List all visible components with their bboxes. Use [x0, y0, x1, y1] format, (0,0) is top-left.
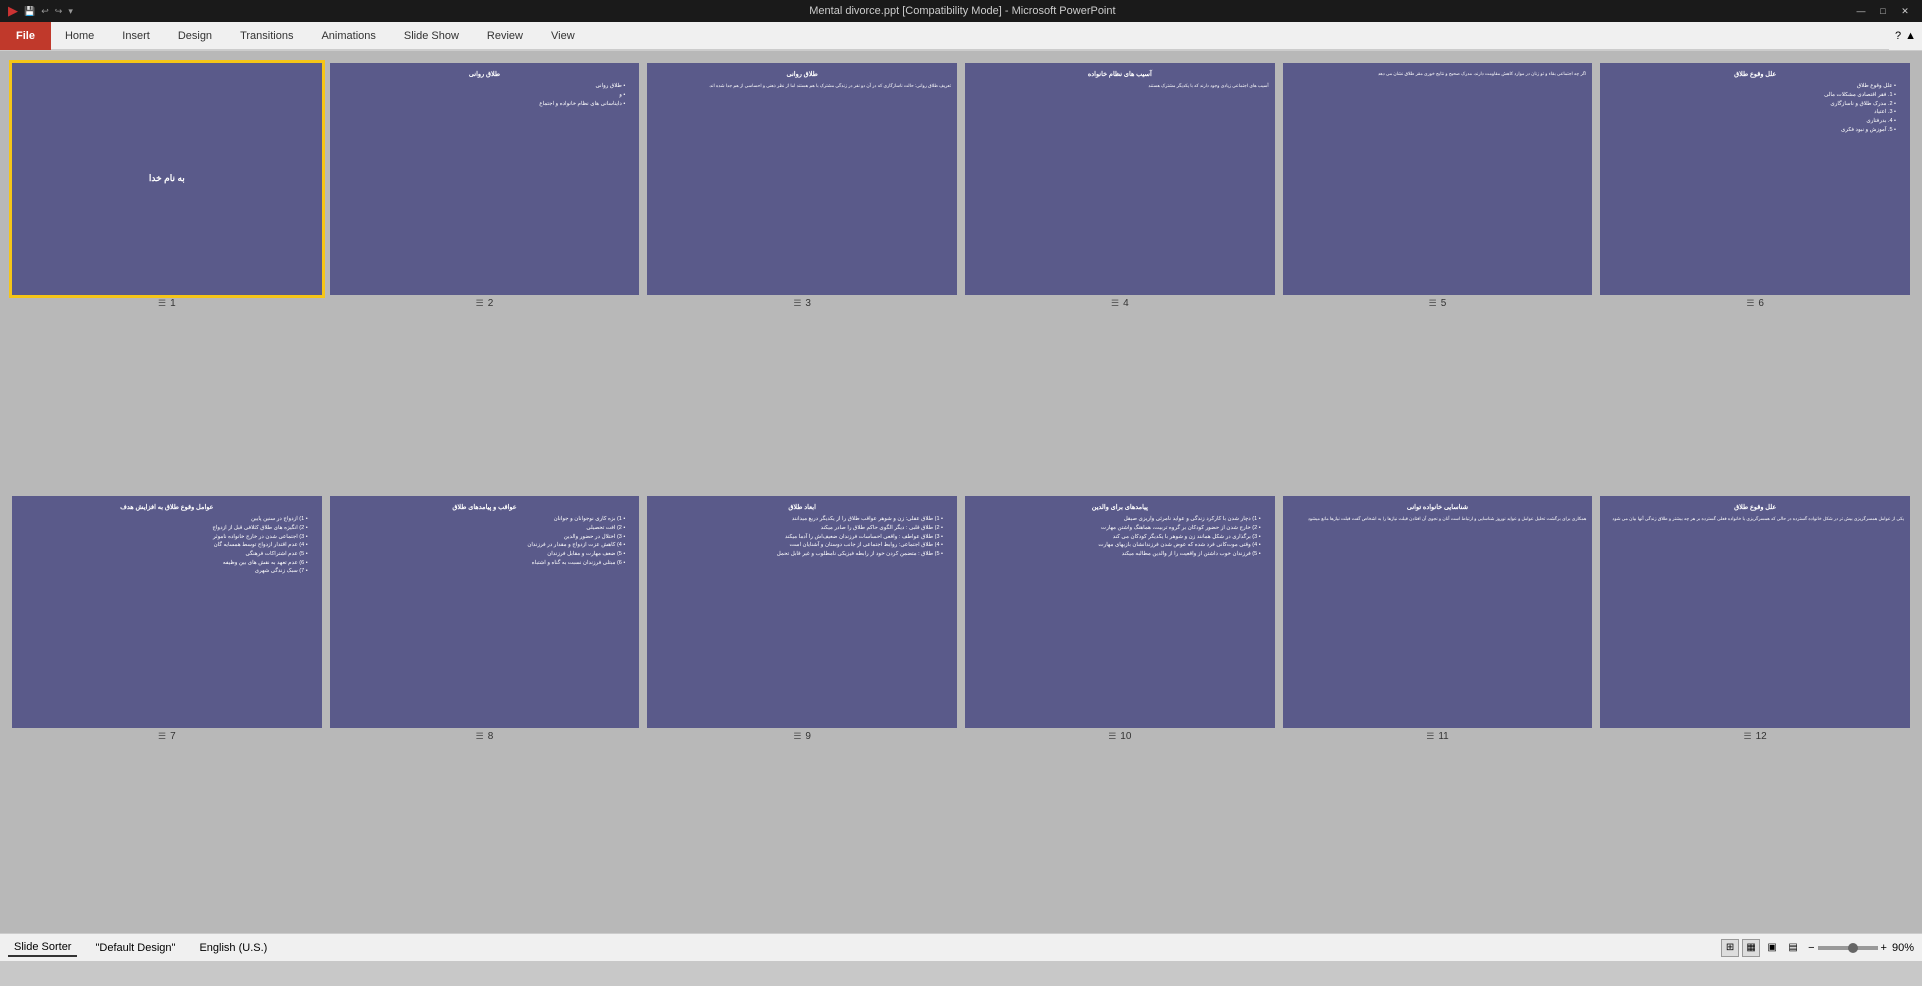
slide-thumb: به نام خدا ☰1 [12, 63, 322, 488]
zoom-level[interactable]: 90% [1892, 942, 1914, 954]
slide-1[interactable]: به نام خدا [12, 63, 322, 295]
slide-number-8: ☰8 [476, 731, 494, 742]
ribbon-tab-home[interactable]: Home [51, 22, 108, 49]
status-bar: Slide Sorter "Default Design" English (U… [0, 933, 1922, 961]
slide-4[interactable]: آسیب های نظام خانواده آسیب های اجتماعی ز… [965, 63, 1275, 295]
slide-7[interactable]: عوامل وقوع طلاق به افزایش هدف 1) ازدواج … [12, 496, 322, 728]
zoom-out-btn[interactable]: − [1808, 942, 1814, 954]
zoom-slider[interactable] [1818, 946, 1878, 950]
file-tab[interactable]: File [0, 22, 51, 50]
slide-number-1: ☰1 [158, 298, 176, 309]
close-button[interactable]: ✕ [1896, 4, 1914, 18]
zoom-in-btn[interactable]: + [1881, 942, 1887, 954]
reading-view-icon[interactable]: ▣ [1763, 939, 1781, 957]
ribbon-help[interactable]: ? [1895, 30, 1901, 42]
ribbon-tab-transitions[interactable]: Transitions [226, 22, 307, 49]
slide-10[interactable]: پیامدهای برای والدین 1) دچار شدن با کارک… [965, 496, 1275, 728]
slide-thumb: پیامدهای برای والدین 1) دچار شدن با کارک… [965, 496, 1275, 921]
slide-number-2: ☰2 [476, 298, 494, 309]
slide-3[interactable]: طلاق روانی تعریف طلاق روانی: حالت ناسازگ… [647, 63, 957, 295]
slide-5[interactable]: اگر چه اجتماعی بقاء و تو زنان در موارد ک… [1283, 63, 1593, 295]
app-icon: ▶ [8, 3, 18, 19]
qat-undo[interactable]: ↩ [41, 6, 49, 17]
ribbon-tab-slideshow[interactable]: Slide Show [390, 22, 473, 49]
slide-number-7: ☰7 [158, 731, 176, 742]
slide-thumb: طلاق روانی طلاق روانیودایناسانی های نظام… [330, 63, 640, 488]
slide-12[interactable]: علل وقوع طلاق یکی از عوامل همسرگریزی بیش… [1600, 496, 1910, 728]
view-icons: ⊞ ▦ ▣ ▤ [1721, 939, 1802, 957]
normal-view-icon[interactable]: ⊞ [1721, 939, 1739, 957]
slide-sorter-icon[interactable]: ▦ [1742, 939, 1760, 957]
window-title: Mental divorce.ppt [Compatibility Mode] … [73, 5, 1852, 17]
ribbon-tab-animations[interactable]: Animations [307, 22, 389, 49]
slide-6[interactable]: علل وقوع طلاق علل وقوع طلاق1. فقر اقتصاد… [1600, 63, 1910, 295]
qat-redo[interactable]: ↪ [55, 6, 63, 17]
language-btn[interactable]: English (U.S.) [193, 939, 273, 957]
slide-thumb: ابعاد طلاق 1) طلاق عقلی: زن و شوهر عواقب… [647, 496, 957, 921]
slide-9[interactable]: ابعاد طلاق 1) طلاق عقلی: زن و شوهر عواقب… [647, 496, 957, 728]
slide-sorter-view: به نام خدا ☰1 طلاق روانی طلاق روانیوداین… [0, 51, 1922, 933]
slide-number-10: ☰10 [1108, 731, 1131, 742]
slide-thumb: اگر چه اجتماعی بقاء و تو زنان در موارد ک… [1283, 63, 1593, 488]
slide-thumb: عواقب و پیامدهای طلاق 1) بزه کاری نوجوان… [330, 496, 640, 921]
zoom-area: − + 90% [1808, 942, 1914, 954]
slide-thumb: طلاق روانی تعریف طلاق روانی: حالت ناسازگ… [647, 63, 957, 488]
slide-number-4: ☰4 [1111, 298, 1129, 309]
ribbon-tab-review[interactable]: Review [473, 22, 537, 49]
slide-number-3: ☰3 [793, 298, 811, 309]
slide-sorter-btn[interactable]: Slide Sorter [8, 939, 77, 957]
slide-number-9: ☰9 [793, 731, 811, 742]
slide-number-11: ☰11 [1426, 731, 1448, 742]
title-bar: ▶ 💾 ↩ ↪ ▾ Mental divorce.ppt [Compatibil… [0, 0, 1922, 22]
slide-number-5: ☰5 [1429, 298, 1447, 309]
maximize-button[interactable]: □ [1874, 4, 1892, 18]
slide-2[interactable]: طلاق روانی طلاق روانیودایناسانی های نظام… [330, 63, 640, 295]
slide-thumb: آسیب های نظام خانواده آسیب های اجتماعی ز… [965, 63, 1275, 488]
slide-thumb: علل وقوع طلاق علل وقوع طلاق1. فقر اقتصاد… [1600, 63, 1910, 488]
ribbon-tab-view[interactable]: View [537, 22, 589, 49]
slide-thumb: عوامل وقوع طلاق به افزایش هدف 1) ازدواج … [12, 496, 322, 921]
slide-number-12: ☰12 [1744, 731, 1767, 742]
default-design-btn[interactable]: "Default Design" [89, 939, 181, 957]
ribbon-tab-design[interactable]: Design [164, 22, 226, 49]
slide-thumb: شناسایی خانواده توانی همکاری برای برگشت … [1283, 496, 1593, 921]
slideshow-view-icon[interactable]: ▤ [1784, 939, 1802, 957]
slide-11[interactable]: شناسایی خانواده توانی همکاری برای برگشت … [1283, 496, 1593, 728]
minimize-button[interactable]: — [1852, 4, 1870, 18]
qat-save[interactable]: 💾 [24, 6, 35, 17]
ribbon-tab-insert[interactable]: Insert [108, 22, 164, 49]
slide-number-6: ☰6 [1746, 298, 1764, 309]
slide-thumb: علل وقوع طلاق یکی از عوامل همسرگریزی بیش… [1600, 496, 1910, 921]
ribbon-collapse[interactable]: ▲ [1905, 30, 1916, 42]
slide-8[interactable]: عواقب و پیامدهای طلاق 1) بزه کاری نوجوان… [330, 496, 640, 728]
